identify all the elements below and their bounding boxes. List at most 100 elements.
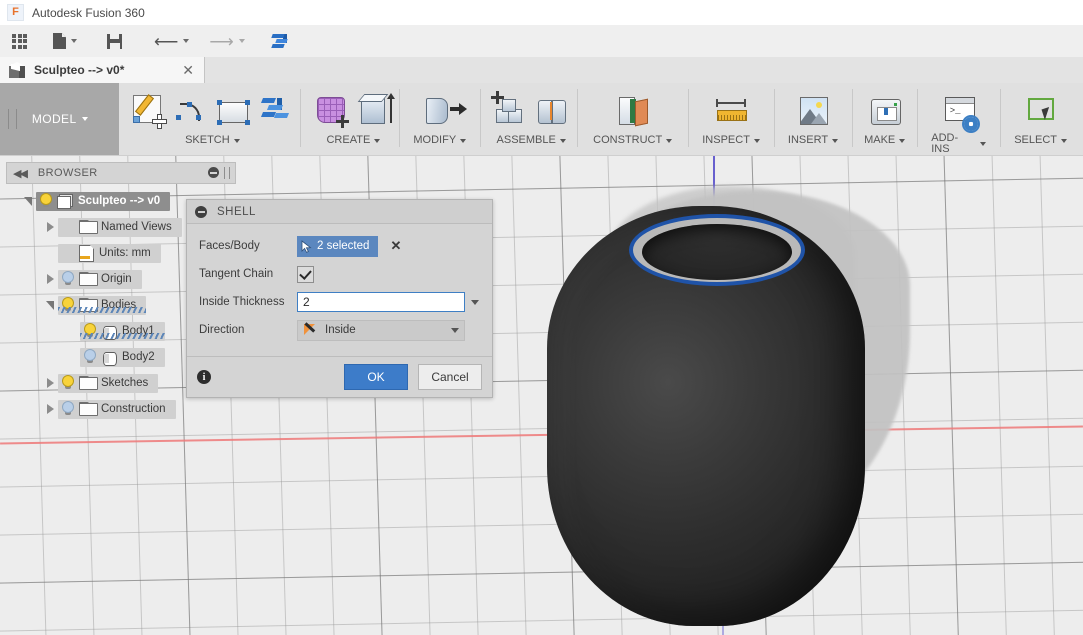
- ribbon-panel-make-label[interactable]: MAKE: [864, 135, 906, 146]
- visibility-bulb-icon[interactable]: [60, 375, 76, 391]
- collapse-dialog-icon[interactable]: [195, 205, 207, 218]
- tree-item-chip[interactable]: Bodies: [58, 295, 147, 315]
- info-icon[interactable]: i: [197, 370, 211, 384]
- direction-value: Inside: [325, 324, 356, 336]
- chevron-down-icon[interactable]: [753, 138, 760, 143]
- extrude-icon[interactable]: [356, 93, 396, 129]
- chevron-down-icon[interactable]: [71, 39, 77, 43]
- spline-icon[interactable]: [173, 93, 209, 129]
- tree-item-chip[interactable]: Sculpteo --> v0: [36, 191, 171, 211]
- rectangle-icon[interactable]: [215, 93, 251, 129]
- clear-selection-icon[interactable]: ✕: [390, 238, 401, 254]
- folder-icon: [79, 376, 98, 390]
- form-icon[interactable]: [257, 93, 293, 129]
- new-component-icon[interactable]: [491, 91, 528, 129]
- insert-image-icon[interactable]: [795, 93, 831, 129]
- tree-item-chip[interactable]: Construction: [58, 399, 176, 419]
- chevron-down-icon[interactable]: [1061, 138, 1067, 143]
- tree-item-chip[interactable]: Body2: [80, 347, 165, 367]
- joint-icon[interactable]: [534, 93, 570, 129]
- faces-body-selection-button[interactable]: 2 selected: [297, 235, 379, 257]
- chevron-down-icon[interactable]: [559, 138, 566, 143]
- chevron-down-icon[interactable]: [233, 138, 240, 143]
- panel-resize-grip[interactable]: [224, 167, 230, 179]
- ribbon-panel-create-label[interactable]: CREATE: [326, 135, 381, 146]
- chevron-down-icon[interactable]: [471, 299, 479, 305]
- shell-dialog-body: Faces/Body 2 selected ✕ Tangent Chain In…: [187, 224, 492, 356]
- chevron-down-icon[interactable]: [238, 39, 245, 43]
- visibility-bulb-icon[interactable]: [38, 193, 54, 209]
- row-inside-thickness: Inside Thickness 2: [187, 288, 492, 316]
- ribbon-panel-insert-label[interactable]: INSERT: [788, 135, 839, 146]
- tab-bar-empty-area[interactable]: [205, 57, 1083, 83]
- direction-dropdown[interactable]: Inside: [297, 319, 465, 341]
- collapse-triangle-icon[interactable]: [20, 196, 36, 206]
- visibility-bulb-icon[interactable]: [60, 271, 76, 287]
- chevron-down-icon[interactable]: [374, 138, 381, 143]
- ribbon-panel-modify-label[interactable]: MODIFY: [413, 135, 467, 146]
- ribbon-panel-inspect-label[interactable]: INSPECT: [702, 135, 760, 146]
- expand-triangle-icon[interactable]: [42, 274, 58, 284]
- tree-item-chip[interactable]: Origin: [58, 269, 142, 289]
- ribbon-panel-select-label[interactable]: SELECT: [1014, 135, 1067, 146]
- shell-dialog-title: SHELL: [217, 205, 256, 218]
- tree-item-chip[interactable]: Named Views: [58, 217, 182, 237]
- offset-plane-icon[interactable]: [615, 93, 651, 129]
- shell-dialog: SHELL Faces/Body 2 selected ✕ Tangent Ch…: [186, 199, 493, 398]
- tree-item-label: Units: mm: [99, 247, 151, 259]
- workspace-selector[interactable]: MODEL: [0, 83, 120, 155]
- collapse-panel-icon[interactable]: ◀◀: [13, 167, 28, 180]
- cancel-button[interactable]: Cancel: [418, 364, 482, 390]
- top-face-inner: [642, 224, 792, 280]
- chevron-down-icon[interactable]: [460, 138, 467, 143]
- row-tangent-chain: Tangent Chain: [187, 260, 492, 288]
- expand-triangle-icon[interactable]: [42, 222, 58, 232]
- press-pull-icon[interactable]: [422, 93, 467, 129]
- show-data-panel-button[interactable]: [0, 25, 34, 57]
- ribbon-panel-assemble-label[interactable]: ASSEMBLE: [497, 135, 566, 146]
- ribbon-panel-construct-label[interactable]: CONSTRUCT: [593, 135, 673, 146]
- tree-item-chip[interactable]: Sketches: [58, 373, 159, 393]
- inside-thickness-label: Inside Thickness: [199, 296, 285, 308]
- tangent-chain-checkbox[interactable]: [297, 265, 314, 283]
- ribbon-panel-sketch-label[interactable]: SKETCH: [185, 135, 240, 146]
- fusion-logo-button[interactable]: [264, 25, 295, 57]
- create-form-mesh-icon[interactable]: [314, 93, 350, 129]
- redo-arrow-icon: ⟶: [209, 31, 234, 51]
- redo-button[interactable]: ⟶: [202, 25, 251, 57]
- undo-arrow-icon: ⟵: [154, 31, 179, 51]
- folder-icon: [79, 272, 98, 286]
- close-icon[interactable]: ✕: [182, 62, 194, 78]
- visibility-bulb-icon[interactable]: [82, 349, 98, 365]
- chevron-down-icon[interactable]: [183, 39, 190, 43]
- undo-button[interactable]: ⟵: [147, 25, 196, 57]
- inside-thickness-input[interactable]: 2: [297, 292, 465, 312]
- collapse-triangle-icon[interactable]: [42, 300, 58, 310]
- scripts-addins-icon[interactable]: >_: [941, 92, 978, 131]
- chevron-down-icon[interactable]: [980, 142, 987, 146]
- ribbon-panel-addins-label[interactable]: ADD-INS: [931, 133, 987, 155]
- chevron-down-icon[interactable]: [832, 138, 839, 143]
- create-sketch-icon[interactable]: [131, 93, 167, 129]
- tree-item-chip[interactable]: Units: mm: [58, 243, 161, 263]
- visibility-bulb-icon[interactable]: [60, 401, 76, 417]
- 3d-print-icon[interactable]: [867, 93, 903, 129]
- browser-options-icon[interactable]: [208, 167, 219, 178]
- expand-triangle-icon[interactable]: [42, 404, 58, 414]
- document-tab-bar: Sculpteo --> v0* ✕: [0, 57, 1083, 84]
- measure-ruler-icon[interactable]: [713, 93, 749, 129]
- chevron-down-icon[interactable]: [666, 138, 673, 143]
- save-button[interactable]: [100, 25, 129, 57]
- chevron-down-icon[interactable]: [899, 138, 906, 143]
- ribbon-panel-addins: >_ ADD-INS: [917, 83, 1000, 155]
- document-tab[interactable]: Sculpteo --> v0* ✕: [0, 57, 205, 83]
- new-document-button[interactable]: [46, 25, 84, 57]
- tree-item-construction[interactable]: Construction: [6, 396, 236, 422]
- expand-triangle-icon[interactable]: [42, 378, 58, 388]
- ok-button[interactable]: OK: [344, 364, 408, 390]
- chevron-down-icon[interactable]: [81, 117, 88, 121]
- chevron-down-icon[interactable]: [451, 327, 459, 333]
- shell-dialog-titlebar[interactable]: SHELL: [187, 200, 492, 224]
- select-window-icon[interactable]: [1023, 93, 1059, 129]
- tree-item-chip[interactable]: Body1: [80, 321, 165, 341]
